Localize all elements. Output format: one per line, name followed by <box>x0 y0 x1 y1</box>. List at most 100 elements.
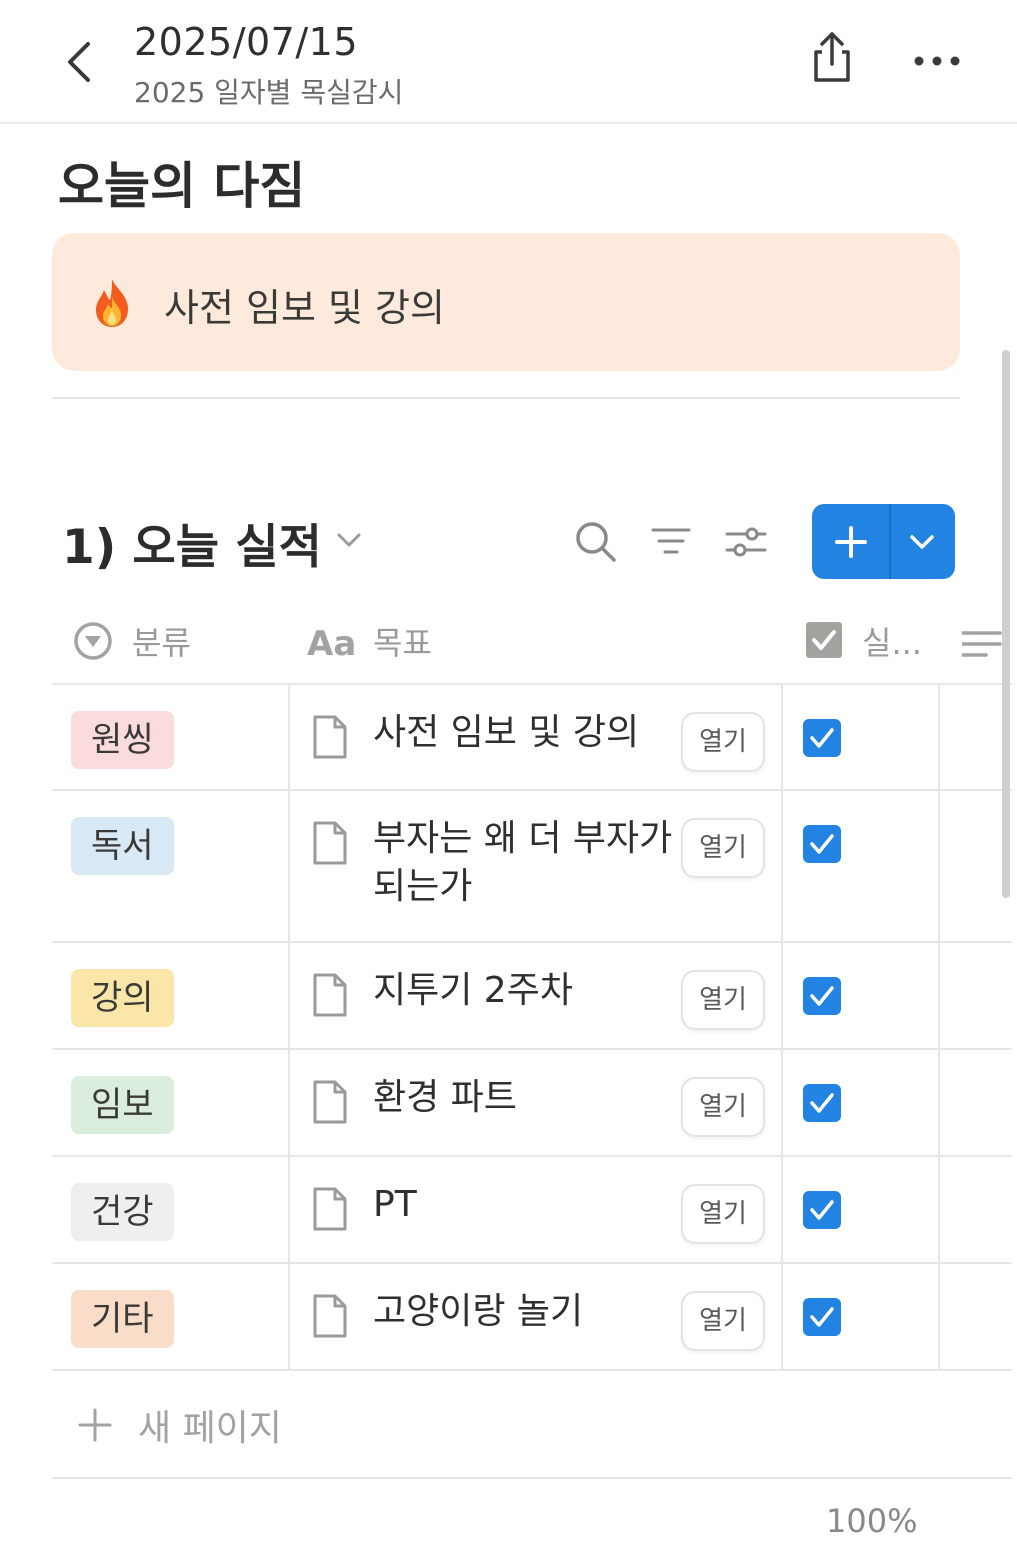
category-tag[interactable]: 독서 <box>71 817 174 875</box>
goal-title[interactable]: 사전 임보 및 강의 <box>373 709 673 757</box>
column-header-category[interactable]: 분류 <box>72 616 191 666</box>
done-checkbox[interactable] <box>803 977 841 1015</box>
more-options-button[interactable] <box>910 44 964 78</box>
page-icon <box>313 715 347 759</box>
category-tag[interactable]: 원씽 <box>71 711 174 769</box>
column-divider <box>288 1264 290 1369</box>
database-title[interactable]: 1) 오늘 실적 <box>62 508 322 577</box>
goal-title[interactable]: 환경 파트 <box>373 1074 673 1122</box>
share-button[interactable] <box>808 30 856 86</box>
select-property-icon <box>74 622 112 660</box>
column-header-goal[interactable]: Aa 목표 <box>307 616 432 666</box>
table-row[interactable]: 기타 고양이랑 놀기 열기 <box>52 1264 1012 1371</box>
view-settings-button[interactable] <box>725 520 769 564</box>
checkbox-property-icon <box>806 622 842 658</box>
column-divider <box>781 1264 783 1369</box>
goal-title[interactable]: 부자는 왜 더 부자가 되는가 <box>373 815 673 911</box>
column-divider <box>288 791 290 941</box>
open-page-button[interactable]: 열기 <box>681 970 765 1030</box>
completion-percentage: 100% <box>826 1502 918 1540</box>
callout-text[interactable]: 사전 임보 및 강의 <box>164 277 445 332</box>
open-page-button[interactable]: 열기 <box>681 818 765 878</box>
column-header-goal-label: 목표 <box>373 624 432 662</box>
back-button[interactable] <box>60 38 104 86</box>
checkmark-icon <box>810 728 834 748</box>
goal-title[interactable]: 지투기 2주차 <box>373 967 673 1015</box>
table-row[interactable]: 임보 환경 파트 열기 <box>52 1050 1012 1157</box>
page-icon <box>313 821 347 865</box>
done-checkbox[interactable] <box>803 825 841 863</box>
column-divider <box>938 1050 940 1155</box>
column-divider <box>288 1050 290 1155</box>
table-row[interactable]: 독서 부자는 왜 더 부자가 되는가 열기 <box>52 791 1012 943</box>
open-page-button[interactable]: 열기 <box>681 1077 765 1137</box>
goal-title[interactable]: PT <box>373 1181 673 1229</box>
checkmark-icon <box>810 834 834 854</box>
column-divider <box>288 1157 290 1262</box>
open-page-button[interactable]: 열기 <box>681 712 765 772</box>
search-button[interactable] <box>574 520 618 564</box>
scrollbar[interactable] <box>1002 350 1010 898</box>
new-page-label: 새 페이지 <box>138 1408 282 1449</box>
goal-title[interactable]: 고양이랑 놀기 <box>373 1288 673 1336</box>
section-heading: 오늘의 다짐 <box>58 157 306 215</box>
new-entry-options-button[interactable] <box>891 504 955 579</box>
done-checkbox[interactable] <box>803 1191 841 1229</box>
text-property-icon <box>962 631 1002 657</box>
filter-icon <box>651 528 691 554</box>
done-checkbox[interactable] <box>803 1298 841 1336</box>
column-header-done-label: 실... <box>862 624 922 662</box>
plus-icon <box>78 1408 112 1442</box>
column-divider <box>781 943 783 1048</box>
column-divider <box>938 685 940 789</box>
svg-text:Aa: Aa <box>307 624 355 661</box>
column-divider <box>938 1264 940 1369</box>
parent-database-breadcrumb[interactable]: 2025 일자별 목실감시 <box>134 71 403 111</box>
database-view-toggle[interactable] <box>334 528 364 552</box>
category-tag[interactable]: 기타 <box>71 1290 174 1348</box>
checkmark-icon <box>810 1200 834 1220</box>
column-header-done[interactable]: 실... <box>806 616 922 666</box>
column-divider <box>781 791 783 941</box>
more-horizontal-icon <box>914 56 960 66</box>
table-row[interactable]: 원씽 사전 임보 및 강의 열기 <box>52 685 1012 791</box>
column-divider <box>781 685 783 789</box>
title-property-icon: Aa <box>307 624 355 661</box>
category-tag[interactable]: 강의 <box>71 969 174 1027</box>
checkmark-icon <box>810 986 834 1006</box>
category-tag[interactable]: 임보 <box>71 1076 174 1134</box>
callout-block[interactable]: 사전 임보 및 강의 <box>52 233 960 371</box>
checkmark-icon <box>810 1307 834 1327</box>
column-divider <box>288 943 290 1048</box>
done-checkbox[interactable] <box>803 719 841 757</box>
new-entry-button[interactable] <box>812 504 889 579</box>
chevron-left-icon <box>68 42 90 82</box>
column-header-category-label: 분류 <box>132 624 191 662</box>
table-row[interactable]: 강의 지투기 2주차 열기 <box>52 943 1012 1050</box>
open-page-button[interactable]: 열기 <box>681 1184 765 1244</box>
share-icon <box>814 32 850 82</box>
checkmark-icon <box>810 1093 834 1113</box>
plus-icon <box>835 526 867 558</box>
table-row[interactable]: 건강 PT 열기 <box>52 1157 1012 1264</box>
column-divider <box>938 943 940 1048</box>
chevron-down-icon <box>910 535 934 549</box>
done-checkbox[interactable] <box>803 1084 841 1122</box>
open-page-button[interactable]: 열기 <box>681 1291 765 1351</box>
page-icon <box>313 1080 347 1124</box>
category-tag[interactable]: 건강 <box>71 1183 174 1241</box>
new-page-button[interactable]: 새 페이지 <box>78 1400 282 1450</box>
table-footer-divider <box>52 1477 1012 1479</box>
page-date-title: 2025/07/15 <box>134 20 359 64</box>
new-entry-button-group <box>812 504 955 579</box>
column-divider <box>288 685 290 789</box>
column-divider <box>938 1157 940 1262</box>
top-bar: 2025/07/15 2025 일자별 목실감시 <box>0 0 1017 124</box>
page-icon <box>313 1294 347 1338</box>
chevron-down-icon <box>337 533 361 547</box>
filter-button[interactable] <box>650 520 694 564</box>
page-icon <box>313 1187 347 1231</box>
divider <box>52 397 960 399</box>
page-icon <box>313 973 347 1017</box>
search-icon <box>576 522 616 562</box>
